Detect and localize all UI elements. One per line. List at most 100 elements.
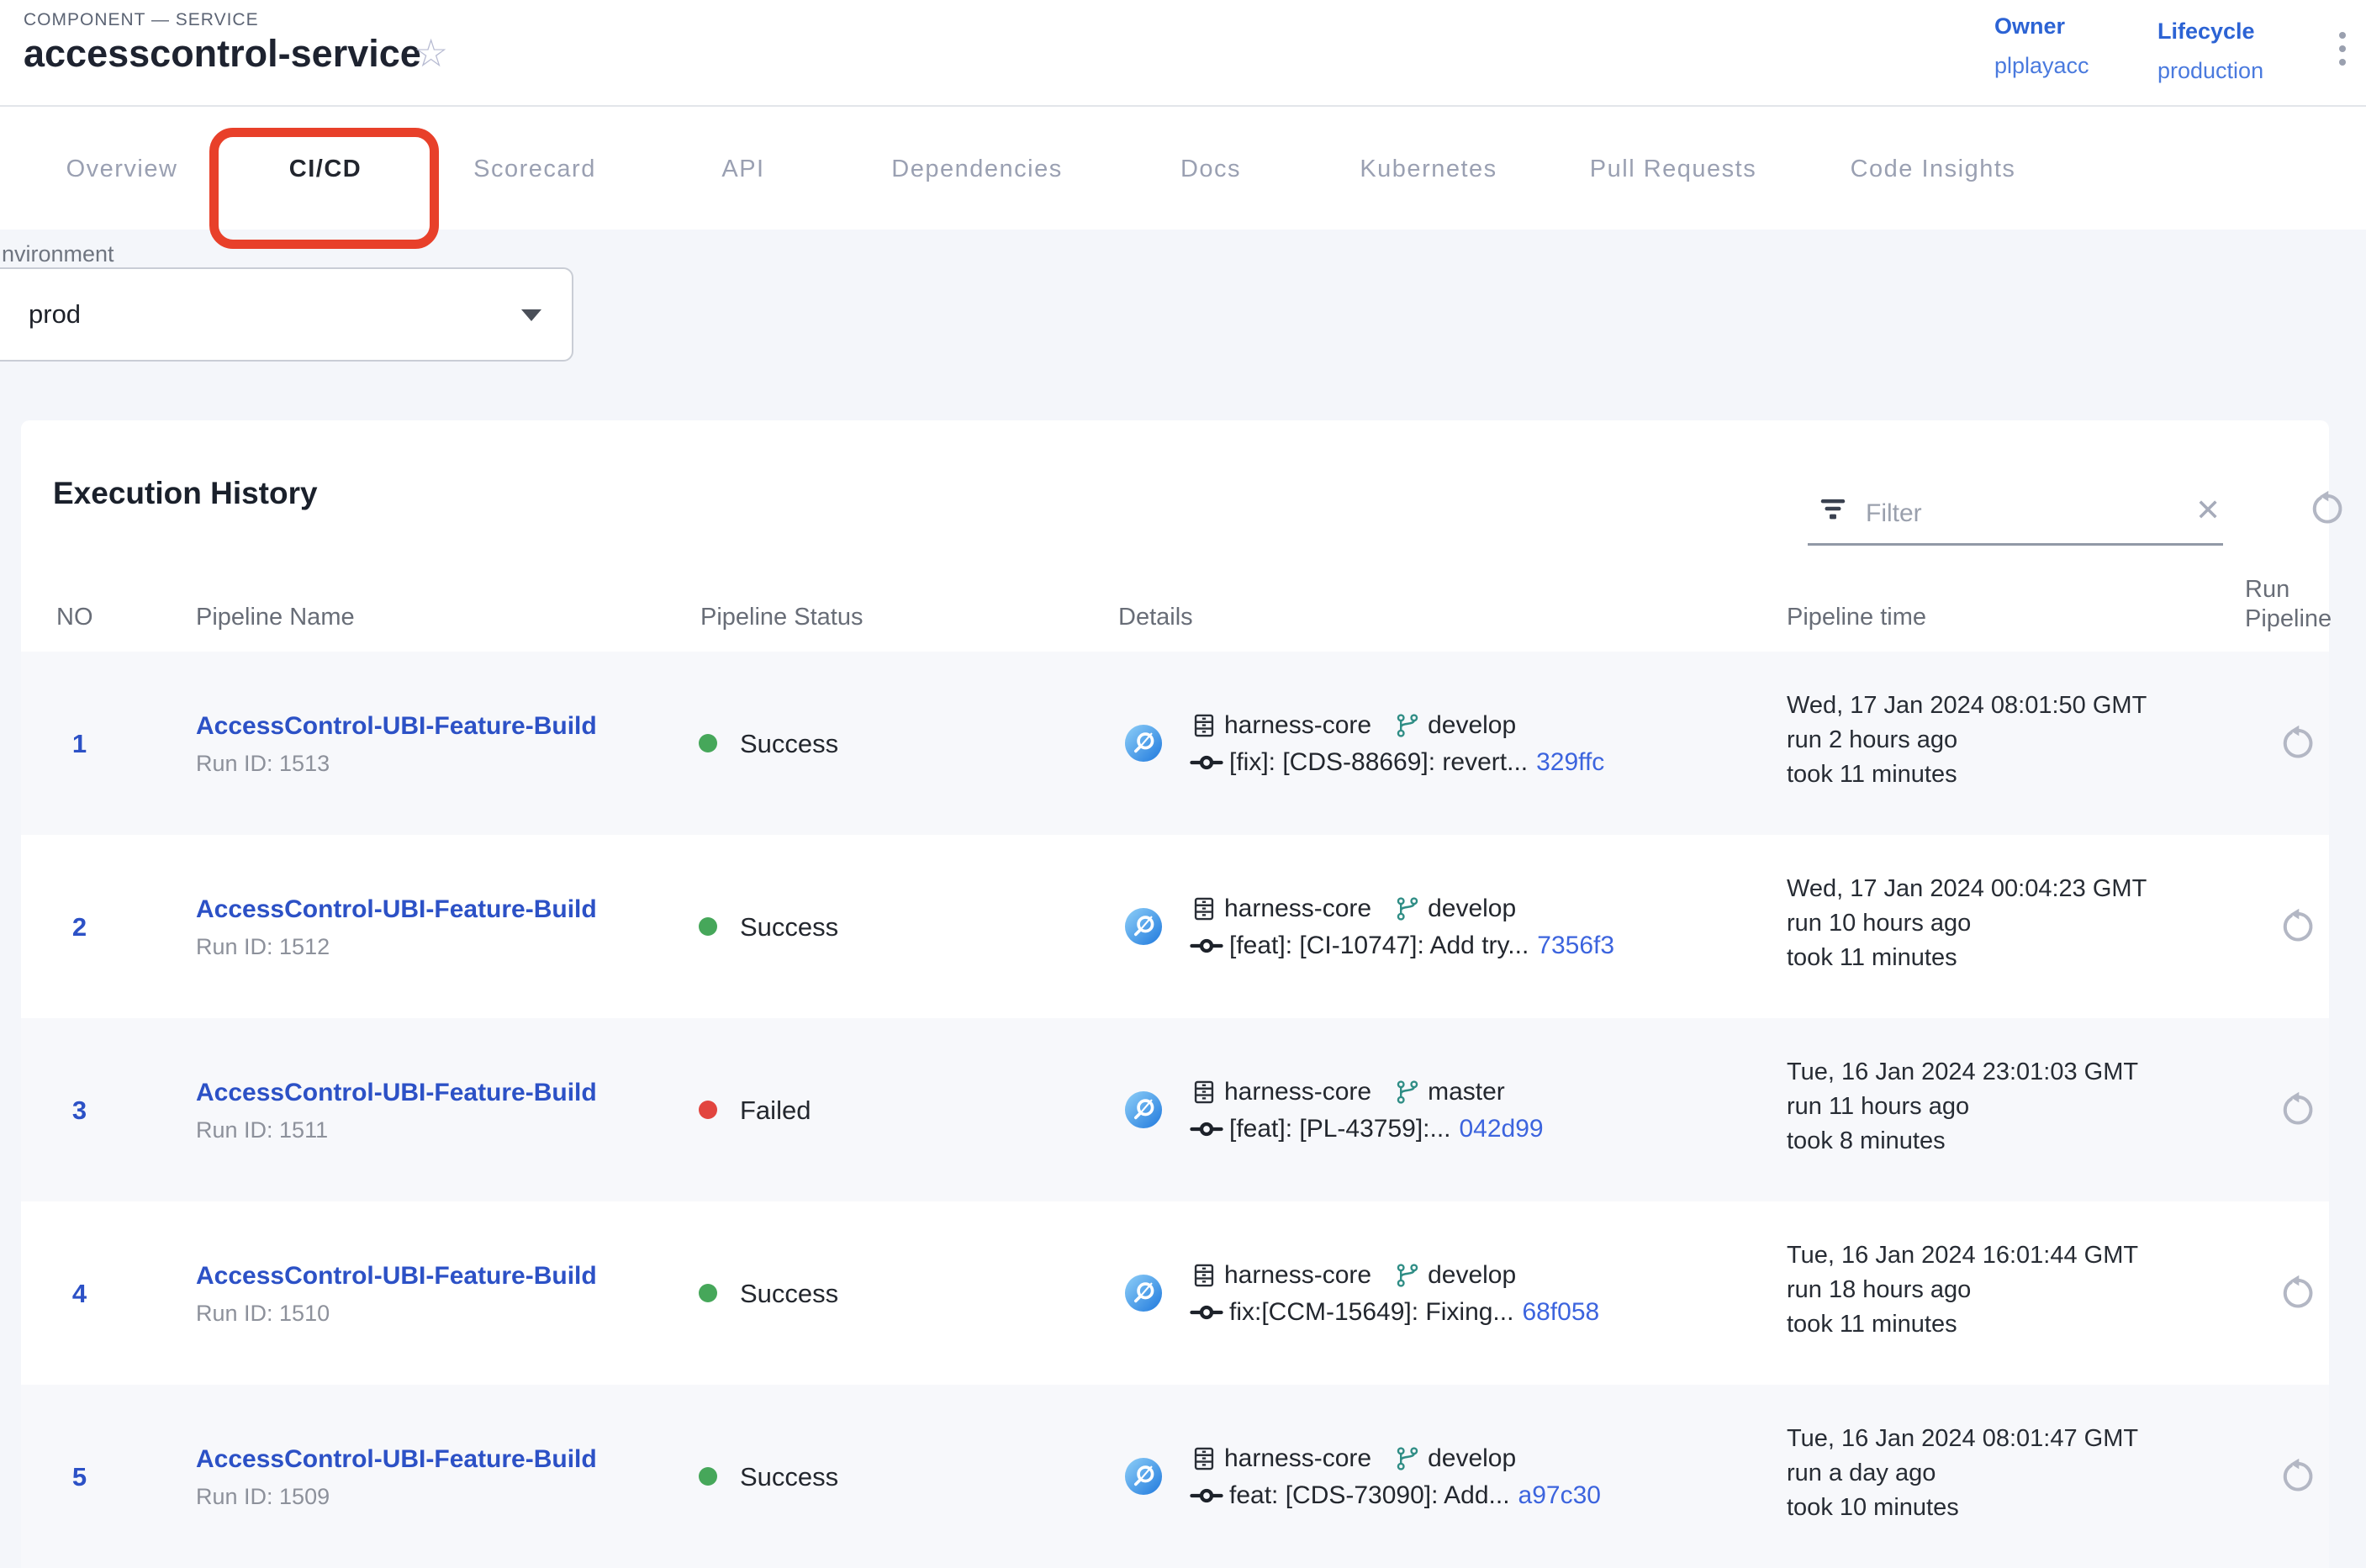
branch-name: develop <box>1428 1444 1516 1473</box>
git-branch-icon <box>1393 895 1422 923</box>
commit-hash-link[interactable]: a97c30 <box>1518 1481 1601 1510</box>
tab-cicd[interactable]: CI/CD <box>289 156 362 183</box>
run-pipeline-icon[interactable] <box>2278 724 2316 763</box>
run-pipeline-icon[interactable] <box>2278 1457 2316 1496</box>
commit-message: fix:[CCM-15649]: Fixing... <box>1229 1298 1513 1327</box>
run-pipeline-icon[interactable] <box>2278 1090 2316 1129</box>
git-branch-icon <box>1393 1078 1422 1106</box>
ci-build-icon <box>1124 1457 1163 1496</box>
page-title: accesscontrol-service <box>24 32 421 76</box>
environment-select[interactable]: prod <box>0 267 573 362</box>
commit-hash-link[interactable]: 68f058 <box>1522 1298 1599 1327</box>
ci-build-icon <box>1124 907 1163 946</box>
col-header-pipeline-name: Pipeline Name <box>196 604 355 631</box>
commit-hash-link[interactable]: 329ffc <box>1536 748 1604 777</box>
git-commit-icon <box>1190 1112 1223 1146</box>
run-id: Run ID: 1512 <box>196 934 330 960</box>
owner-value-link[interactable]: plplayacc <box>1994 53 2154 79</box>
col-header-pipeline-status: Pipeline Status <box>700 604 863 631</box>
repository-icon <box>1190 711 1218 740</box>
run-id: Run ID: 1510 <box>196 1301 330 1327</box>
status-label: Success <box>740 912 838 942</box>
filter-underline <box>1808 543 2223 546</box>
repository-icon <box>1190 1261 1218 1290</box>
card-title: Execution History <box>53 476 318 511</box>
tab-docs[interactable]: Docs <box>1180 156 1241 183</box>
row-number[interactable]: 1 <box>56 729 103 759</box>
col-header-run-pipeline: Run Pipeline <box>2245 575 2354 634</box>
tab-dependencies[interactable]: Dependencies <box>891 156 1062 183</box>
run-id: Run ID: 1513 <box>196 751 330 777</box>
col-header-details: Details <box>1118 604 1193 631</box>
pipeline-time: Tue, 16 Jan 2024 23:01:03 GMT run 11 hou… <box>1787 1055 2138 1159</box>
pipeline-name-link[interactable]: AccessControl-UBI-Feature-Build <box>196 1262 597 1291</box>
status-dot <box>699 734 717 752</box>
tab-code-insights[interactable]: Code Insights <box>1851 156 2016 183</box>
status-label: Success <box>740 1462 838 1492</box>
commit-message: [feat]: [CI-10747]: Add try... <box>1229 932 1529 960</box>
repository-name: harness-core <box>1224 711 1371 740</box>
row-number[interactable]: 2 <box>56 912 103 942</box>
row-number[interactable]: 4 <box>56 1279 103 1309</box>
status-dot <box>699 917 717 936</box>
status-label: Failed <box>740 1095 811 1126</box>
tab-pull-requests[interactable]: Pull Requests <box>1590 156 1756 183</box>
favorite-star-icon[interactable]: ☆ <box>414 34 448 72</box>
owner-meta: Owner plplayacc <box>1994 13 2154 79</box>
status-dot <box>699 1467 717 1486</box>
repository-name: harness-core <box>1224 895 1371 923</box>
entity-kind-label: COMPONENT — SERVICE <box>24 10 259 30</box>
environment-selected-value: prod <box>29 299 81 330</box>
ci-build-icon <box>1124 1274 1163 1312</box>
table-row: 2 AccessControl-UBI-Feature-Build Run ID… <box>21 835 2329 1018</box>
commit-message: feat: [CDS-73090]: Add... <box>1229 1481 1510 1510</box>
commit-message: [feat]: [PL-43759]:... <box>1229 1115 1451 1143</box>
pipeline-name-link[interactable]: AccessControl-UBI-Feature-Build <box>196 1079 597 1107</box>
branch-name: master <box>1428 1078 1505 1106</box>
filter-input[interactable] <box>1866 493 2143 535</box>
col-header-no: NO <box>56 604 93 631</box>
status-label: Success <box>740 729 838 759</box>
repository-icon <box>1190 895 1218 923</box>
lifecycle-value: production <box>2157 58 2317 84</box>
git-commit-icon <box>1190 1479 1223 1513</box>
status-dot <box>699 1101 717 1119</box>
lifecycle-label: Lifecycle <box>2157 18 2317 45</box>
pipeline-name-link[interactable]: AccessControl-UBI-Feature-Build <box>196 712 597 741</box>
lifecycle-meta: Lifecycle production <box>2157 18 2317 84</box>
branch-name: develop <box>1428 1261 1516 1290</box>
status-dot <box>699 1284 717 1302</box>
git-branch-icon <box>1393 711 1422 740</box>
col-header-pipeline-time: Pipeline time <box>1787 604 1926 631</box>
environment-label: nvironment <box>2 241 114 267</box>
row-number[interactable]: 5 <box>56 1462 103 1492</box>
run-pipeline-icon[interactable] <box>2278 1274 2316 1312</box>
branch-name: develop <box>1428 711 1516 740</box>
pipeline-time: Tue, 16 Jan 2024 16:01:44 GMT run 18 hou… <box>1787 1238 2138 1342</box>
clear-filter-icon[interactable]: ✕ <box>2195 493 2221 528</box>
repository-name: harness-core <box>1224 1444 1371 1473</box>
tab-kubernetes[interactable]: Kubernetes <box>1360 156 1497 183</box>
table-row: 1 AccessControl-UBI-Feature-Build Run ID… <box>21 652 2329 835</box>
tab-scorecard[interactable]: Scorecard <box>473 156 596 183</box>
kebab-menu-icon[interactable] <box>2339 32 2348 72</box>
refresh-icon[interactable] <box>2307 489 2346 528</box>
tab-overview[interactable]: Overview <box>66 156 178 183</box>
tab-api[interactable]: API <box>721 156 764 183</box>
repository-name: harness-core <box>1224 1078 1371 1106</box>
execution-history-card: Execution History ✕ NO Pipeline Name Pip… <box>21 420 2329 1567</box>
pipeline-name-link[interactable]: AccessControl-UBI-Feature-Build <box>196 1445 597 1474</box>
repository-icon <box>1190 1444 1218 1473</box>
chevron-down-icon <box>521 309 541 321</box>
owner-label: Owner <box>1994 13 2154 40</box>
git-commit-icon <box>1190 929 1223 963</box>
pipeline-time: Wed, 17 Jan 2024 00:04:23 GMT run 10 hou… <box>1787 872 2147 975</box>
row-number[interactable]: 3 <box>56 1095 103 1126</box>
commit-hash-link[interactable]: 042d99 <box>1460 1115 1544 1143</box>
pipeline-name-link[interactable]: AccessControl-UBI-Feature-Build <box>196 895 597 924</box>
run-pipeline-icon[interactable] <box>2278 907 2316 946</box>
git-commit-icon <box>1190 746 1223 779</box>
table-row: 4 AccessControl-UBI-Feature-Build Run ID… <box>21 1201 2329 1385</box>
commit-hash-link[interactable]: 7356f3 <box>1537 932 1614 960</box>
git-branch-icon <box>1393 1444 1422 1473</box>
